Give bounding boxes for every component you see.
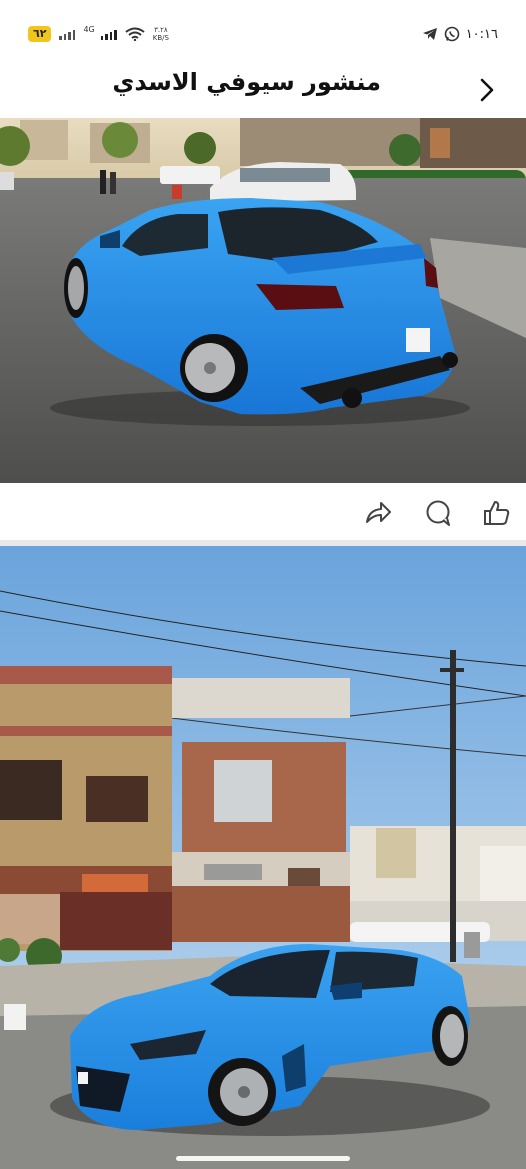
app-header: منشور سيوفي الاسدي	[0, 64, 526, 118]
speed-value: ٣.٢٨	[154, 26, 168, 34]
clock: ١٠:١٦	[465, 26, 498, 42]
post-actions	[0, 484, 526, 540]
post-image-2[interactable]	[0, 546, 526, 1169]
car-rear-photo	[0, 118, 526, 483]
thumbs-up-icon[interactable]	[482, 498, 512, 528]
telegram-icon	[422, 27, 438, 41]
car-front-photo	[0, 546, 526, 1169]
chevron-right-icon[interactable]	[474, 76, 498, 104]
whatsapp-icon	[444, 26, 460, 42]
status-left: ٦٢ 4G ٣.٢٨ KB/S	[28, 24, 169, 44]
home-indicator[interactable]	[176, 1156, 350, 1161]
share-icon[interactable]	[363, 498, 393, 528]
wifi-icon	[125, 27, 145, 41]
post-image-1[interactable]	[0, 118, 526, 483]
status-right: ١٠:١٦	[422, 24, 498, 44]
comment-icon[interactable]	[423, 498, 453, 528]
network-type: 4G	[83, 24, 95, 34]
status-bar: ٦٢ 4G ٣.٢٨ KB/S ١٠:١٦	[0, 0, 526, 64]
page-title: منشور سيوفي الاسدي	[112, 68, 381, 96]
network-speed: ٣.٢٨ KB/S	[153, 26, 169, 42]
signal-icon	[59, 28, 76, 40]
signal-icon-2	[100, 28, 117, 40]
speed-unit: KB/S	[152, 34, 169, 42]
battery-indicator: ٦٢	[28, 26, 52, 42]
